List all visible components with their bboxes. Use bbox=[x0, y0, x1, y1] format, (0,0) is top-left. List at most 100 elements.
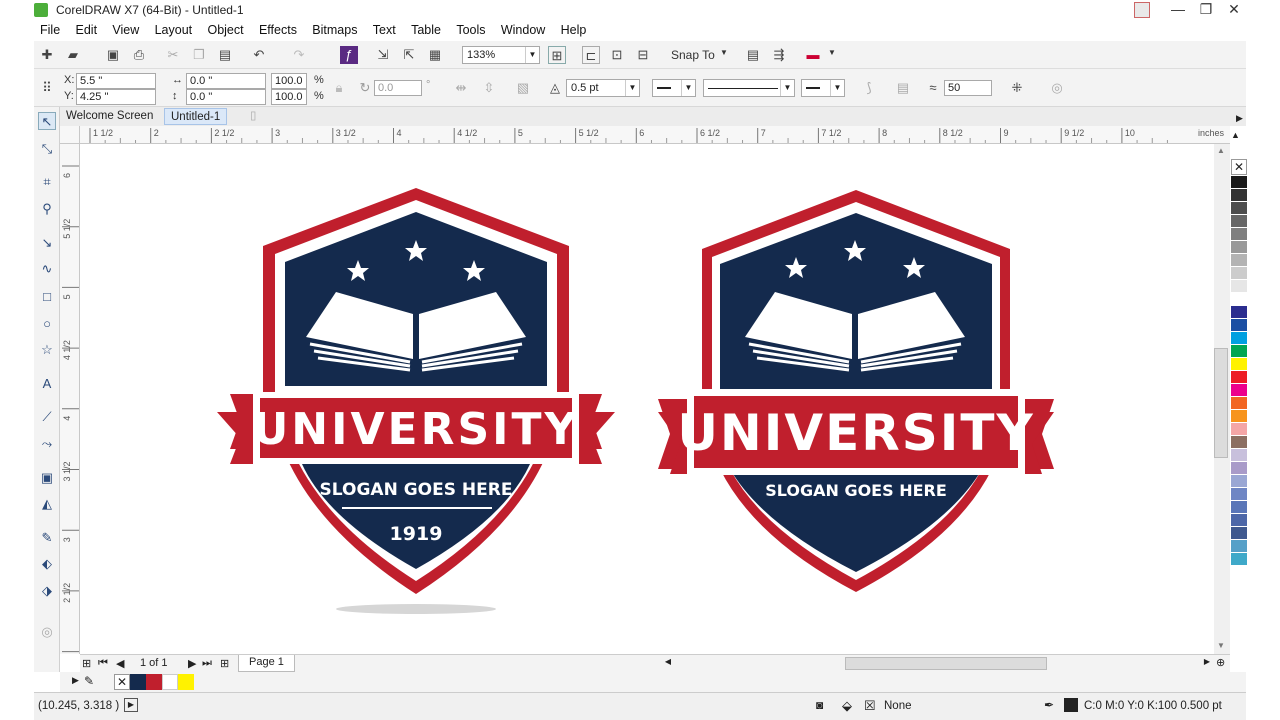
palette-swatch[interactable] bbox=[1231, 436, 1247, 449]
mirror-horizontal-icon[interactable]: ⇹ bbox=[452, 79, 470, 97]
docker-expand-icon[interactable]: ▶ bbox=[1236, 113, 1243, 124]
cut-icon[interactable]: ✂ bbox=[164, 46, 182, 64]
print-icon[interactable]: ⎙ bbox=[130, 46, 148, 64]
ruler-origin[interactable] bbox=[60, 126, 80, 144]
undo-icon[interactable]: ↶ bbox=[250, 46, 268, 64]
palette-swatch[interactable] bbox=[1231, 254, 1247, 267]
scroll-down-icon[interactable]: ▼ bbox=[1217, 641, 1225, 650]
no-color-swatch[interactable]: ✕ bbox=[1231, 159, 1247, 175]
new-document-icon[interactable]: ✚ bbox=[38, 46, 56, 64]
import-icon[interactable]: ⇲ bbox=[374, 46, 392, 64]
curve-smoothing-field[interactable]: 50 bbox=[944, 80, 992, 96]
palette-swatch[interactable] bbox=[1231, 280, 1247, 293]
doc-swatch-yellow[interactable] bbox=[178, 674, 194, 690]
palette-swatch[interactable] bbox=[1231, 176, 1247, 189]
align-icon[interactable]: ⇶ bbox=[770, 46, 788, 64]
horizontal-scroll-thumb[interactable] bbox=[845, 657, 1047, 670]
menu-effects[interactable]: Effects bbox=[253, 20, 303, 40]
drawing-canvas[interactable]: UNIVERSITY SLOGAN GOES HERE 1919 UNIVERS… bbox=[80, 144, 1214, 654]
paste-icon[interactable]: ▤ bbox=[216, 46, 234, 64]
palette-swatch[interactable] bbox=[1231, 553, 1247, 566]
doc-swatch-red[interactable] bbox=[146, 674, 162, 690]
palette-swatch[interactable] bbox=[1231, 540, 1247, 553]
palette-swatch[interactable] bbox=[1231, 449, 1247, 462]
redo-icon[interactable]: ↷ bbox=[290, 46, 308, 64]
palette-swatch[interactable] bbox=[1231, 475, 1247, 488]
width-field[interactable]: 0.0 " bbox=[186, 73, 266, 89]
menu-window[interactable]: Window bbox=[495, 20, 551, 40]
palette-swatch[interactable] bbox=[1231, 410, 1247, 423]
close-curve-icon[interactable]: ⟆ bbox=[860, 79, 878, 97]
palette-swatch[interactable] bbox=[1231, 358, 1247, 371]
menu-help[interactable]: Help bbox=[555, 20, 593, 40]
artistic-media-tool-icon[interactable]: ∿ bbox=[38, 260, 56, 278]
palette-swatch[interactable] bbox=[1231, 189, 1247, 202]
palette-swatch[interactable] bbox=[1231, 462, 1247, 475]
scale-x-field[interactable]: 100.0 bbox=[271, 73, 307, 89]
doc-swatch-navy[interactable] bbox=[130, 674, 146, 690]
palette-swatch[interactable] bbox=[1231, 371, 1247, 384]
doc-swatch-white[interactable] bbox=[162, 674, 178, 690]
palette-swatch[interactable] bbox=[1231, 423, 1247, 436]
status-options-icon[interactable]: ▶ bbox=[124, 698, 138, 712]
doc-palette-expand-icon[interactable]: ▶ bbox=[72, 675, 79, 686]
rectangle-tool-icon[interactable]: □ bbox=[38, 288, 56, 306]
open-folder-icon[interactable]: ▰ bbox=[64, 46, 82, 64]
show-rulers-icon[interactable]: ⊏ bbox=[582, 46, 600, 64]
palette-swatch[interactable] bbox=[1231, 306, 1247, 319]
palette-swatch[interactable] bbox=[1231, 267, 1247, 280]
vertical-scrollbar[interactable]: ▲ ▼ bbox=[1214, 144, 1230, 654]
previous-page-icon[interactable]: ◀ bbox=[116, 657, 124, 670]
zoom-navigator-icon[interactable]: ⊕ bbox=[1216, 656, 1230, 670]
crop-tool-icon[interactable]: ⌗ bbox=[38, 173, 56, 191]
pick-tool-icon[interactable]: ↖ bbox=[38, 112, 56, 130]
palette-swatch[interactable] bbox=[1231, 527, 1247, 540]
new-tab-icon[interactable]: ▯ bbox=[244, 108, 262, 125]
zoom-level-dropdown[interactable]: 133% ▼ bbox=[462, 46, 540, 64]
line-style-dropdown[interactable]: ▼ bbox=[703, 79, 795, 97]
options-icon[interactable]: ▤ bbox=[744, 46, 762, 64]
connector-tool-icon[interactable]: ⤳ bbox=[38, 435, 56, 453]
eyedropper-tool-icon[interactable]: ✎ bbox=[38, 529, 56, 547]
palette-swatch[interactable] bbox=[1231, 293, 1247, 306]
add-page-after-icon[interactable]: ⊞ bbox=[220, 657, 229, 670]
palette-swatch[interactable] bbox=[1231, 228, 1247, 241]
palette-scroll-up-icon[interactable]: ▲ bbox=[1231, 130, 1240, 140]
menu-text[interactable]: Text bbox=[367, 20, 402, 40]
first-page-icon[interactable]: ⏮ bbox=[98, 657, 108, 670]
shape-tool-icon[interactable]: ⤡ bbox=[38, 140, 56, 158]
quick-customize-icon[interactable]: ⁜ bbox=[1008, 79, 1026, 97]
convert-to-curves-icon[interactable]: ▧ bbox=[514, 79, 532, 97]
full-screen-preview-icon[interactable]: ⊞ bbox=[548, 46, 566, 64]
menu-layout[interactable]: Layout bbox=[149, 20, 199, 40]
palette-swatch[interactable] bbox=[1231, 332, 1247, 345]
copy-icon[interactable]: ❐ bbox=[190, 46, 208, 64]
text-tool-icon[interactable]: A bbox=[38, 375, 56, 393]
menu-edit[interactable]: Edit bbox=[70, 20, 104, 40]
vertical-scroll-thumb[interactable] bbox=[1214, 348, 1228, 458]
vertical-ruler[interactable]: 65 1/254 1/243 1/232 1/22 bbox=[60, 144, 80, 654]
launcher-chevron-icon[interactable]: ▼ bbox=[828, 48, 836, 57]
close-button[interactable]: ✕ bbox=[1219, 0, 1249, 20]
palette-swatch[interactable] bbox=[1231, 397, 1247, 410]
palette-swatch[interactable] bbox=[1231, 241, 1247, 254]
search-content-icon[interactable]: ƒ bbox=[340, 46, 358, 64]
scroll-up-icon[interactable]: ▲ bbox=[1217, 146, 1225, 155]
palette-swatch[interactable] bbox=[1231, 215, 1247, 228]
account-icon[interactable] bbox=[1134, 2, 1150, 18]
menu-tools[interactable]: Tools bbox=[450, 20, 491, 40]
y-position-field[interactable]: 4.25 " bbox=[76, 89, 156, 105]
ellipse-tool-icon[interactable]: ○ bbox=[38, 315, 56, 333]
quick-customize-circle-icon[interactable]: ◎ bbox=[1048, 79, 1066, 97]
snap-to-chevron-icon[interactable]: ▼ bbox=[720, 48, 728, 57]
show-grid-icon[interactable]: ⊡ bbox=[608, 46, 626, 64]
palette-swatch[interactable] bbox=[1231, 202, 1247, 215]
palette-swatch[interactable] bbox=[1231, 501, 1247, 514]
end-arrowhead-dropdown[interactable]: ▼ bbox=[801, 79, 845, 97]
smart-fill-tool-icon[interactable]: ⬗ bbox=[38, 582, 56, 600]
restore-button[interactable]: ❐ bbox=[1191, 0, 1221, 20]
tab-untitled-1[interactable]: Untitled-1 bbox=[164, 108, 228, 125]
freehand-tool-icon[interactable]: ↘ bbox=[38, 234, 56, 252]
publish-pdf-icon[interactable]: ▦ bbox=[426, 46, 444, 64]
last-page-icon[interactable]: ⏭ bbox=[202, 657, 212, 670]
